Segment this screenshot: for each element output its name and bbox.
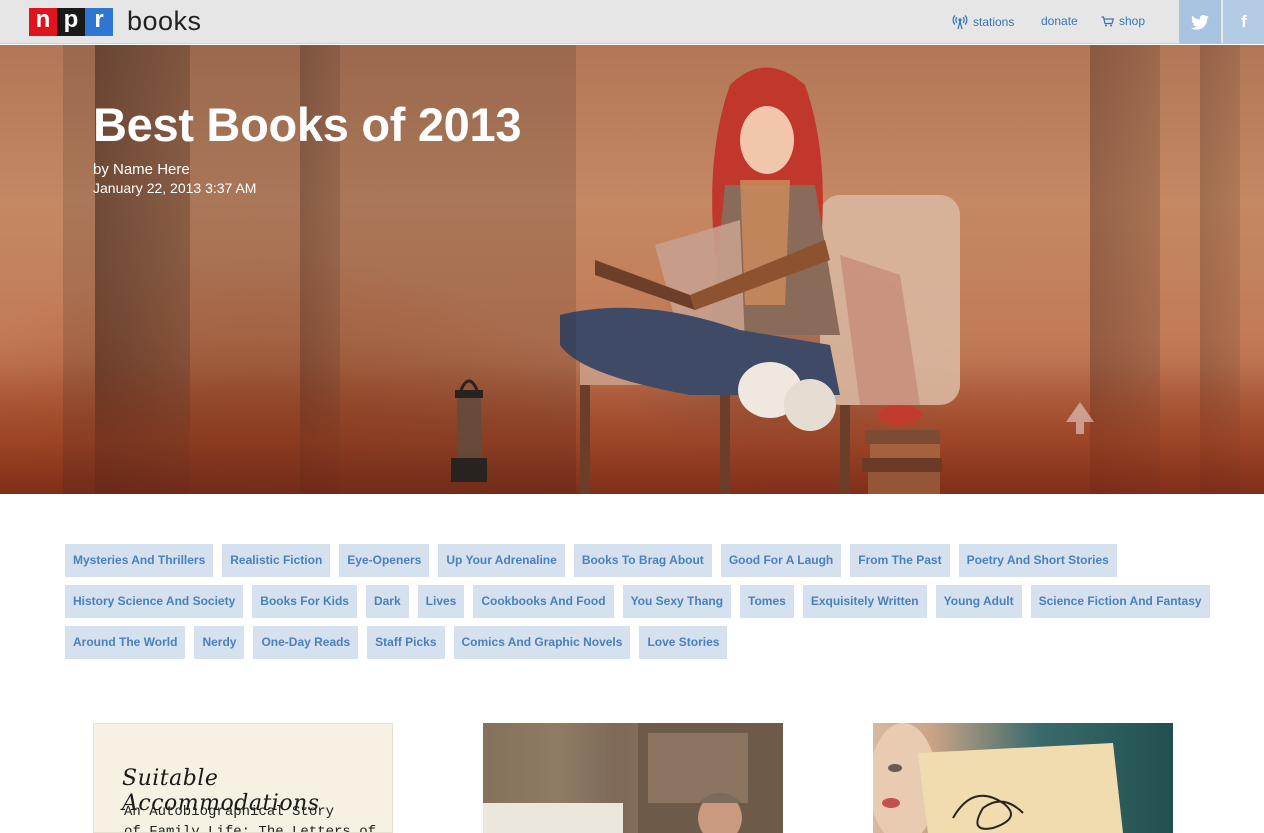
radio-tower-icon — [952, 15, 968, 30]
npr-logo-p: p — [57, 6, 85, 36]
tag-books-for-kids[interactable]: Books For Kids — [252, 585, 357, 618]
tag-love-stories[interactable]: Love Stories — [639, 626, 728, 659]
tag-row: Around The World Nerdy One-Day Reads Sta… — [65, 626, 1205, 659]
category-tags: Mysteries And Thrillers Realistic Fictio… — [65, 544, 1210, 667]
tag-science-fiction-and-fantasy[interactable]: Science Fiction And Fantasy — [1030, 585, 1210, 618]
book-cover-subtitle-line: An Autobiographical Story — [124, 804, 335, 820]
author-byline: by Name Here — [93, 161, 190, 178]
tag-good-for-a-laugh[interactable]: Good For A Laugh — [720, 544, 842, 577]
tag-comics-and-graphic-novels[interactable]: Comics And Graphic Novels — [453, 626, 631, 659]
cart-icon — [1101, 15, 1114, 26]
tag-history-science-and-society[interactable]: History Science And Society — [65, 585, 244, 618]
book-cover[interactable] — [873, 723, 1173, 833]
shop-link[interactable]: shop — [1101, 14, 1145, 28]
tag-poetry-and-short-stories[interactable]: Poetry And Short Stories — [958, 544, 1117, 577]
book-cover[interactable] — [483, 723, 783, 833]
book-cover-painting — [873, 723, 1123, 833]
nav-donate[interactable]: donate — [1041, 14, 1078, 28]
shop-label: shop — [1119, 14, 1146, 28]
book-cover-photo — [483, 723, 783, 833]
nav-stations[interactable]: stations — [952, 14, 1014, 30]
book-cover-subtitle: An Autobiographical Story of Family Life… — [124, 802, 377, 833]
tag-cookbooks-and-food[interactable]: Cookbooks And Food — [473, 585, 614, 618]
tag-eye-openers[interactable]: Eye-Openers — [339, 544, 430, 577]
watermark-tree-icon — [1066, 402, 1094, 434]
npr-books-logo[interactable]: n p r books — [29, 6, 202, 36]
tag-one-day-reads[interactable]: One-Day Reads — [253, 626, 359, 659]
tag-dark[interactable]: Dark — [365, 585, 409, 618]
twitter-icon — [1191, 14, 1209, 30]
tag-staff-picks[interactable]: Staff Picks — [367, 626, 445, 659]
publish-date: January 22, 2013 3:37 AM — [93, 180, 257, 196]
npr-logo-r: r — [85, 6, 113, 36]
twitter-button[interactable] — [1179, 0, 1221, 44]
tag-lives[interactable]: Lives — [417, 585, 465, 618]
tag-realistic-fiction[interactable]: Realistic Fiction — [222, 544, 331, 577]
npr-logo-n: n — [29, 6, 57, 36]
tag-young-adult[interactable]: Young Adult — [935, 585, 1022, 618]
section-name: books — [127, 6, 202, 36]
tag-around-the-world[interactable]: Around The World — [65, 626, 186, 659]
page-title: Best Books of 2013 — [93, 98, 522, 151]
tag-up-your-adrenaline[interactable]: Up Your Adrenaline — [438, 544, 565, 577]
tag-nerdy[interactable]: Nerdy — [194, 626, 245, 659]
facebook-button[interactable]: f — [1223, 0, 1264, 44]
top-bar: n p r books stations donate shop f — [0, 0, 1264, 44]
stations-link[interactable]: stations — [952, 14, 1014, 30]
book-cover-subtitle-line: of Family Life: The Letters of — [124, 824, 377, 833]
tag-you-sexy-thang[interactable]: You Sexy Thang — [622, 585, 732, 618]
nav-shop[interactable]: shop — [1101, 14, 1145, 28]
tag-from-the-past[interactable]: From The Past — [850, 544, 950, 577]
tag-tomes[interactable]: Tomes — [740, 585, 794, 618]
tag-mysteries-and-thrillers[interactable]: Mysteries And Thrillers — [65, 544, 214, 577]
facebook-icon: f — [1241, 12, 1247, 31]
tag-row: Mysteries And Thrillers Realistic Fictio… — [65, 544, 1205, 577]
hero-banner: Best Books of 2013 by Name Here January … — [0, 45, 1264, 494]
tag-row: History Science And Society Books For Ki… — [65, 585, 1210, 618]
stations-label: stations — [973, 15, 1015, 29]
donate-link[interactable]: donate — [1041, 14, 1078, 28]
tag-exquisitely-written[interactable]: Exquisitely Written — [802, 585, 927, 618]
book-cover[interactable]: Suitable Accommodations An Autobiographi… — [93, 723, 393, 833]
tag-books-to-brag-about[interactable]: Books To Brag About — [573, 544, 712, 577]
hero-reader-illustration — [560, 67, 960, 494]
